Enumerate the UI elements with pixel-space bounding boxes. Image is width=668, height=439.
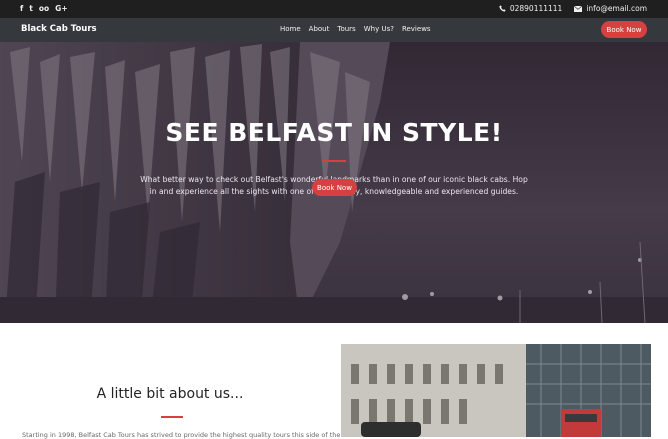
nav-item-about[interactable]: About — [309, 25, 330, 33]
envelope-icon — [574, 5, 583, 12]
email-address: info@email.com — [586, 4, 647, 13]
phone-link[interactable]: 02890111111 — [499, 4, 563, 13]
nav-item-why-us[interactable]: Why Us? — [364, 25, 394, 33]
book-now-nav-button[interactable]: Book Now — [601, 21, 647, 38]
brand-logo[interactable]: Black Cab Tours — [21, 24, 97, 34]
twitter-icon[interactable]: t — [29, 4, 33, 14]
book-now-hero-button[interactable]: Book Now — [312, 179, 357, 196]
about-text: Starting in 1998, Belfast Cab Tours has … — [22, 431, 341, 439]
top-bar: f t oo G+ 02890111111 info@email.com — [0, 0, 668, 18]
google-plus-icon[interactable]: G+ — [55, 4, 67, 14]
about-divider — [161, 416, 183, 418]
phone-icon — [499, 5, 506, 12]
nav-item-home[interactable]: Home — [280, 25, 301, 33]
tripadvisor-icon[interactable]: oo — [39, 4, 49, 14]
hero-divider — [322, 160, 346, 162]
navbar: Black Cab Tours Home About Tours Why Us?… — [0, 18, 668, 42]
nav-item-tours[interactable]: Tours — [337, 25, 355, 33]
nav-item-reviews[interactable]: Reviews — [402, 25, 431, 33]
phone-number: 02890111111 — [509, 4, 563, 13]
contact-info: 02890111111 info@email.com — [499, 4, 647, 13]
hero-title: SEE BELFAST IN STYLE! — [165, 118, 503, 147]
email-link[interactable]: info@email.com — [574, 4, 647, 13]
about-heading: A little bit about us... — [96, 386, 244, 402]
about-photo — [341, 344, 651, 437]
facebook-icon[interactable]: f — [20, 4, 23, 14]
social-links: f t oo G+ — [20, 4, 68, 14]
nav-menu: Home About Tours Why Us? Reviews — [280, 25, 431, 33]
